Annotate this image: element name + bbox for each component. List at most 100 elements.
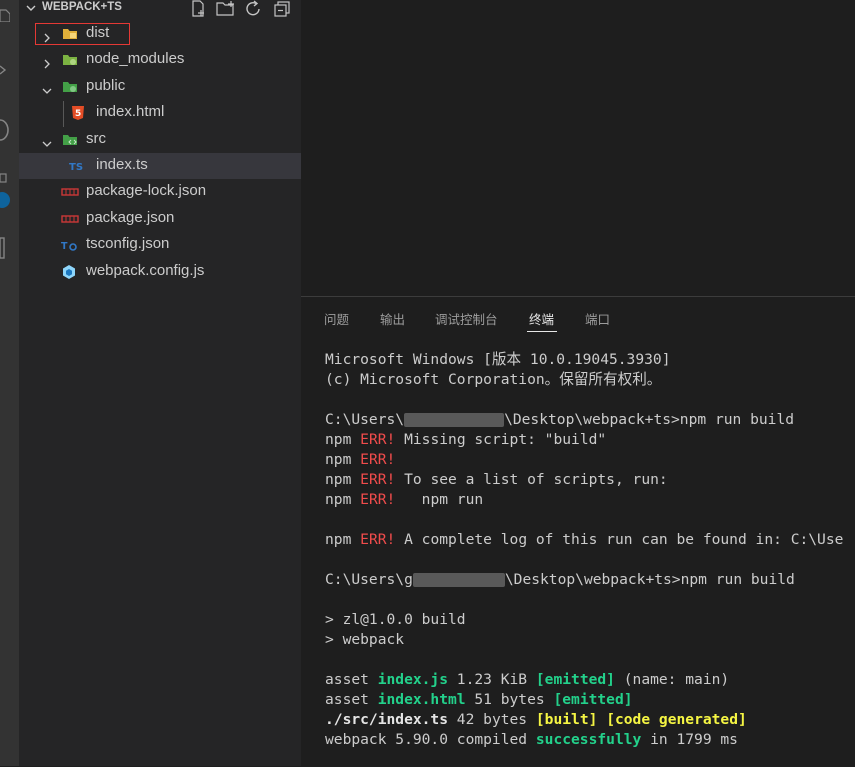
- tree-item-tsconfig-json[interactable]: T tsconfig.json: [19, 232, 301, 258]
- terminal-line: npm ERR! A complete log of this run can …: [325, 530, 855, 550]
- workspace-title: WEBPACK+TS: [42, 1, 122, 13]
- err-tag: ERR!: [360, 431, 396, 448]
- asset-filename: index.js: [377, 671, 449, 688]
- err-tag: ERR!: [360, 491, 396, 508]
- search-icon[interactable]: [0, 62, 10, 80]
- asset-filename: index.html: [377, 691, 466, 708]
- npm-prefix: npm: [325, 451, 361, 468]
- asset-size: 51 bytes: [465, 691, 554, 708]
- activity-bar: [0, 0, 19, 766]
- compile-time: in 1799 ms: [641, 731, 738, 748]
- tree-item-package-lock-json[interactable]: package-lock.json: [19, 179, 301, 205]
- npm-prefix: npm: [325, 471, 361, 488]
- tree-item-label: index.html: [96, 103, 165, 120]
- terminal-line: asset index.js 1.23 KiB [emitted] (name:…: [325, 670, 855, 690]
- tree-item-label: tsconfig.json: [86, 235, 170, 252]
- bottom-panel: 问题 输出 调试控制台 终端 端口 Microsoft Windows [版本 …: [301, 296, 855, 767]
- err-tag: ERR!: [360, 471, 396, 488]
- tab-debug-console[interactable]: 调试控制台: [435, 309, 498, 328]
- prompt-command: \Desktop\webpack+ts>npm run build: [504, 571, 795, 588]
- svg-text:T: T: [61, 241, 68, 252]
- prompt-path: C:\Users\g: [325, 571, 413, 588]
- collapse-all-icon[interactable]: [272, 0, 292, 17]
- terminal-line: npm ERR! npm run: [325, 490, 855, 510]
- tree-item-label: public: [86, 77, 126, 94]
- svg-text:TS: TS: [69, 162, 83, 173]
- explorer-icon[interactable]: [0, 8, 11, 26]
- svg-text:5: 5: [75, 109, 81, 119]
- npm-prefix: npm: [325, 491, 361, 508]
- new-file-icon[interactable]: [188, 0, 208, 17]
- error-message: Missing script: "build": [395, 431, 607, 448]
- typescript-file-icon: TS: [69, 158, 85, 174]
- tab-ports[interactable]: 端口: [585, 309, 610, 328]
- tab-output[interactable]: 输出: [380, 309, 405, 328]
- asset-name: (name: main): [614, 671, 730, 688]
- tree-item-label: webpack.config.js: [86, 262, 205, 279]
- tree-item-label: node_modules: [86, 50, 185, 67]
- redacted-username: [412, 573, 505, 587]
- tsconfig-file-icon: T: [61, 237, 77, 253]
- refresh-icon[interactable]: [244, 0, 264, 17]
- source-control-icon[interactable]: [0, 118, 10, 146]
- tree-item-src[interactable]: src: [19, 127, 301, 153]
- run-debug-icon[interactable]: [0, 172, 10, 190]
- chevron-down-icon: [42, 81, 52, 94]
- emitted-tag: [emitted]: [535, 671, 615, 688]
- terminal-line: npm ERR! To see a list of scripts, run:: [325, 470, 855, 490]
- terminal-line: > webpack: [325, 631, 405, 648]
- terminal-line: ./src/index.ts 42 bytes [built] [code ge…: [325, 710, 855, 730]
- tree-item-index-ts[interactable]: TS index.ts: [19, 153, 301, 179]
- tree-item-public[interactable]: public: [19, 74, 301, 100]
- error-message: A complete log of this run can be found …: [395, 531, 844, 548]
- tab-terminal[interactable]: 终端: [529, 309, 554, 328]
- active-tab-indicator: [527, 331, 557, 332]
- success-word: successfully: [535, 731, 642, 748]
- module-size: 42 bytes: [448, 711, 536, 728]
- code-generated-tag: [code generated]: [606, 711, 747, 728]
- tree-item-index-html[interactable]: 5 index.html: [19, 100, 301, 126]
- tree-item-package-json[interactable]: package.json: [19, 206, 301, 232]
- webpack-file-icon: [61, 264, 77, 280]
- err-tag: ERR!: [360, 451, 396, 468]
- asset-size: 1.23 KiB: [448, 671, 536, 688]
- tree-item-node-modules[interactable]: node_modules: [19, 47, 301, 73]
- folder-public-open-icon: [62, 79, 78, 95]
- terminal-line: > zl@1.0.0 build: [325, 611, 466, 628]
- terminal-output[interactable]: Microsoft Windows [版本 10.0.19045.3930] (…: [325, 350, 855, 750]
- chevron-down-icon[interactable]: [25, 0, 37, 14]
- npm-prefix: npm: [325, 431, 361, 448]
- npm-file-icon: [61, 184, 79, 200]
- editor-area[interactable]: [301, 0, 855, 296]
- tree-item-label: package-lock.json: [86, 182, 207, 199]
- redacted-username: [404, 413, 505, 427]
- explorer-header: WEBPACK+TS: [19, 0, 301, 17]
- panel-tabs: 问题 输出 调试控制台 终端 端口: [301, 297, 855, 337]
- err-tag: ERR!: [360, 531, 396, 548]
- asset-prefix: asset: [325, 671, 378, 688]
- terminal-line: npm ERR! Missing script: "build": [325, 430, 855, 450]
- emitted-tag: [emitted]: [553, 691, 633, 708]
- tree-item-label: index.ts: [96, 156, 148, 173]
- explorer-sidebar: WEBPACK+TS dist node_modules public 5 in…: [19, 0, 301, 766]
- notification-badge: [0, 192, 10, 208]
- compile-summary: webpack 5.90.0 compiled: [325, 731, 536, 748]
- chevron-right-icon: [42, 54, 52, 69]
- error-message: npm run: [395, 491, 484, 508]
- prompt-command: \Desktop\webpack+ts>npm run build: [504, 411, 795, 428]
- prompt-path: C:\Users\: [325, 411, 405, 428]
- extensions-icon[interactable]: [0, 236, 10, 264]
- new-folder-icon[interactable]: [216, 0, 236, 17]
- terminal-line: Microsoft Windows [版本 10.0.19045.3930]: [325, 351, 671, 368]
- tree-item-webpack-config-js[interactable]: webpack.config.js: [19, 259, 301, 285]
- built-tag: [built]: [535, 711, 598, 728]
- folder-src-open-icon: [62, 132, 78, 148]
- terminal-line: npm ERR!: [325, 450, 855, 470]
- tab-problems[interactable]: 问题: [324, 309, 349, 328]
- tree-item-label: package.json: [86, 209, 175, 226]
- chevron-down-icon: [42, 134, 52, 147]
- npm-file-icon: [61, 211, 79, 227]
